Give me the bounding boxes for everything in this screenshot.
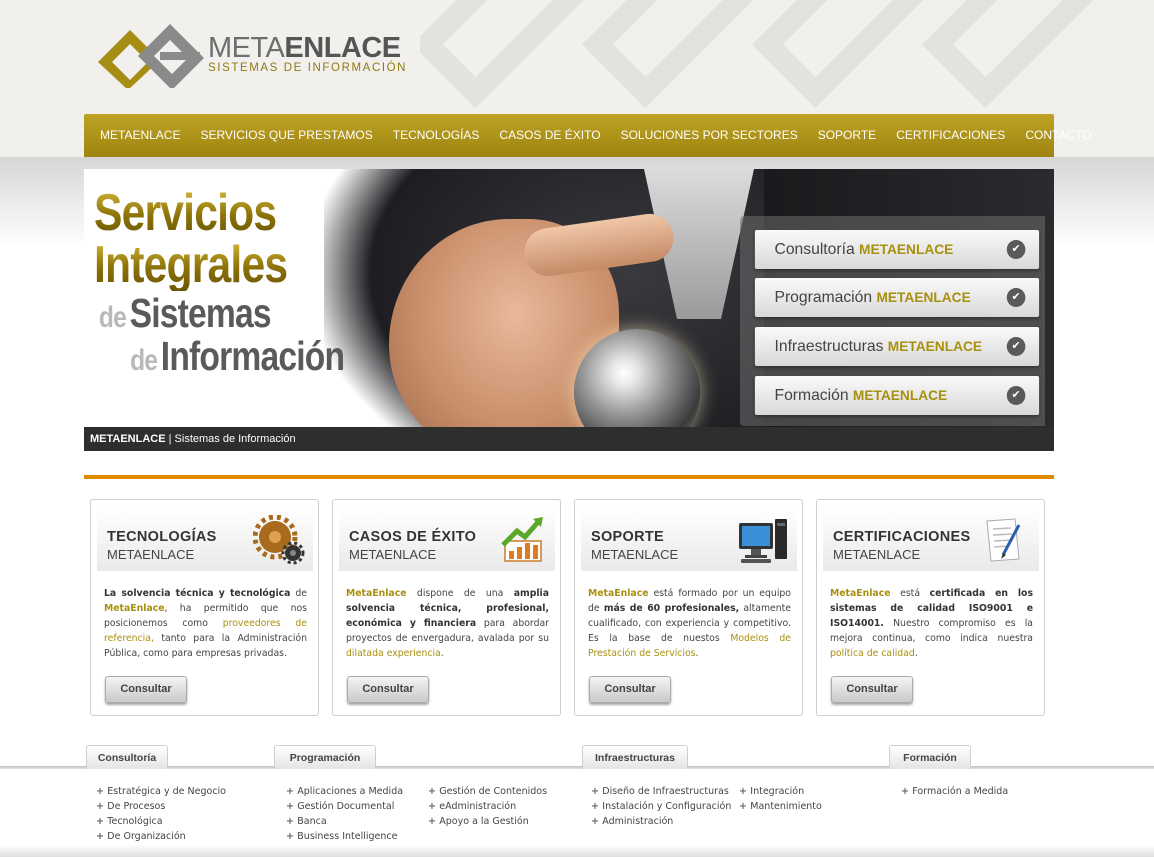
headline-line-4: de Información [130,333,345,379]
footer-link[interactable]: Formación a Medida [901,784,1008,799]
check-icon: ✔ [1006,240,1026,259]
footer-list-formacion: Formación a Medida [901,784,1008,799]
footer-link[interactable]: De Organización [96,829,226,844]
headline-line-3: de Sistemas [98,290,272,336]
footer-tab-consultoria[interactable]: Consultoría [86,745,168,769]
check-icon: ✔ [1006,386,1026,405]
hero-headline: Servicios Integrales de Sistemas de Info… [94,187,345,379]
consultar-button[interactable]: Consultar [105,676,187,703]
box-title: TECNOLOGÍAS [107,529,217,545]
footer-list-infraestructuras-1: Diseño de Infraestructuras Instalación y… [591,784,731,829]
link-politica-calidad[interactable]: política de calidad [830,648,915,659]
nav-item-soporte[interactable]: SOPORTE [808,114,886,157]
box-description: MetaEnlace está certificada en los siste… [830,588,1033,659]
footer-link[interactable]: Business Intelligence [286,829,403,844]
services-menu: Consultoría METAENLACE ✔ Programación ME… [740,216,1045,426]
box-subtitle: METAENLACE [591,547,679,562]
box-certificaciones: CERTIFICACIONES METAENLACE MetaEnlace es… [816,499,1045,716]
banner-accent-line [84,475,1054,479]
nav-item-certificaciones[interactable]: CERTIFICACIONES [886,114,1015,157]
box-title: SOPORTE [591,529,664,545]
footer-link[interactable]: Administración [591,814,731,829]
nav-item-metaenlace[interactable]: METAENLACE [90,114,190,157]
box-casos-exito: CASOS DE ÉXITO METAENLACE MetaEnlace dis… [332,499,561,716]
logo-title: METAENLACE [208,32,401,64]
footer-list-programacion-2: Gestión de Contenidos eAdministración Ap… [428,784,547,829]
footer-tab-infraestructuras[interactable]: Infraestructuras [582,745,688,769]
box-title: CERTIFICACIONES [833,529,971,545]
logo-tagline: SISTEMAS DE INFORMACIÓN [208,62,408,74]
footer-link[interactable]: Gestión Documental [286,799,403,814]
footer-link[interactable]: Integración [739,784,822,799]
box-title: CASOS DE ÉXITO [349,529,477,545]
footer-list-programacion-1: Aplicaciones a Medida Gestión Documental… [286,784,403,844]
site-logo[interactable]: METAENLACE SISTEMAS DE INFORMACIÓN [98,22,405,88]
footer-link[interactable]: Gestión de Contenidos [428,784,547,799]
footer-link[interactable]: Tecnológica [96,814,226,829]
footer-tab-formacion[interactable]: Formación [889,745,971,769]
box-subtitle: METAENLACE [349,547,437,562]
nav-item-contacto[interactable]: CONTACTO [1015,114,1101,157]
footer-link[interactable]: Apoyo a la Gestión [428,814,547,829]
link-experiencia[interactable]: dilatada experiencia [346,648,441,659]
footer-link[interactable]: De Procesos [96,799,226,814]
footer-link[interactable]: Estratégica y de Negocio [96,784,226,799]
footer-link[interactable]: Banca [286,814,403,829]
service-consultoria[interactable]: Consultoría METAENLACE ✔ [754,230,1040,269]
headline-line-1: Servicios [94,187,344,239]
logo-mark-icon [98,24,204,88]
box-soporte: SOPORTE METAENLACE MetaEnlace está forma… [574,499,803,716]
box-description: La solvencia técnica y tecnológica de Me… [104,588,307,659]
footer-list-consultoria: Estratégica y de Negocio De Procesos Tec… [96,784,226,844]
footer-divider [0,766,1154,769]
banner-caption: METAENLACE | Sistemas de Información [84,427,1054,451]
nav-item-tecnologias[interactable]: TECNOLOGÍAS [383,114,490,157]
nav-item-soluciones[interactable]: SOLUCIONES POR SECTORES [611,114,808,157]
gears-icon [253,515,305,565]
growth-chart-icon [501,517,543,562]
box-description: MetaEnlace dispone de una amplia solvenc… [346,588,549,659]
footer-link[interactable]: Aplicaciones a Medida [286,784,403,799]
service-programacion[interactable]: Programación METAENLACE ✔ [754,278,1040,317]
background-decoration [420,0,1154,115]
certificate-icon [986,518,1021,562]
box-subtitle: METAENLACE [107,547,195,562]
headline-line-2: Integrales [94,239,344,291]
hero-banner: Servicios Integrales de Sistemas de Info… [84,169,1054,451]
footer-bottom-bar [0,845,1154,857]
consultar-button[interactable]: Consultar [347,676,429,703]
service-formacion[interactable]: Formación METAENLACE ✔ [754,376,1040,415]
service-infraestructuras[interactable]: Infraestructuras METAENLACE ✔ [754,327,1040,366]
nav-item-casos-exito[interactable]: CASOS DE ÉXITO [489,114,610,157]
footer-link[interactable]: eAdministración [428,799,547,814]
main-nav: METAENLACE SERVICIOS QUE PRESTAMOS TECNO… [84,114,1092,157]
footer-link[interactable]: Instalación y Configuración [591,799,731,814]
nav-item-servicios[interactable]: SERVICIOS QUE PRESTAMOS [190,114,382,157]
box-tecnologias: TECNOLOGÍAS METAENLACE La solvencia técn… [90,499,319,716]
computer-icon [739,519,787,563]
box-subtitle: METAENLACE [833,547,921,562]
check-icon: ✔ [1006,288,1026,307]
footer-link[interactable]: Mantenimiento [739,799,822,814]
footer-tab-programacion[interactable]: Programación [274,745,376,769]
footer-list-infraestructuras-2: Integración Mantenimiento [739,784,822,814]
consultar-button[interactable]: Consultar [589,676,671,703]
consultar-button[interactable]: Consultar [831,676,913,703]
footer-link[interactable]: Diseño de Infraestructuras [591,784,731,799]
box-description: MetaEnlace está formado por un equipo de… [588,588,791,659]
check-icon: ✔ [1006,337,1026,356]
